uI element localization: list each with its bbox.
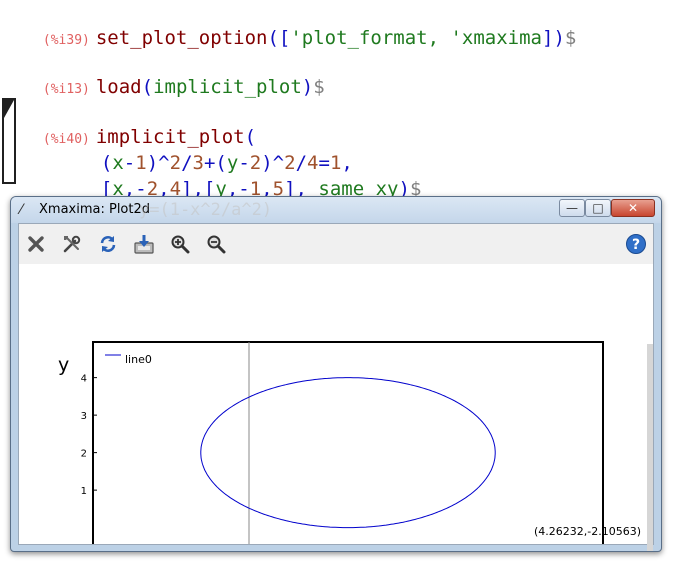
zoom-in-icon — [171, 235, 190, 254]
code-token: implicit_plot — [153, 76, 302, 98]
zoom-out-icon — [207, 235, 226, 254]
feather-icon: ⁄ — [20, 202, 23, 218]
save-icon — [134, 235, 154, 254]
close-icon — [28, 236, 44, 252]
plot-area-border — [92, 341, 604, 544]
y-ticks: 1 2 3 4 — [81, 374, 97, 497]
close-plot-button[interactable] — [25, 233, 47, 255]
help-button[interactable]: ? — [625, 233, 647, 255]
cell-bracket[interactable] — [2, 98, 16, 184]
code-token: 'plot_format, 'xmaxima — [290, 27, 543, 49]
input-prompt: (%i13) — [42, 82, 90, 97]
background-ghost-text: y=(1-x^2/a^2) — [139, 200, 273, 220]
code-text: set_plot_option(['plot_format, 'xmaxima]… — [96, 27, 577, 49]
code-token: ) — [301, 76, 314, 98]
replot-button[interactable] — [97, 233, 119, 255]
code-line-5[interactable]: [x,-2,4],[y,-1,5], same_xy)$ — [78, 153, 422, 201]
code-line-1[interactable]: (%i39) set_plot_option(['plot_format, 'xm… — [20, 2, 576, 53]
minimize-button[interactable]: — — [559, 199, 585, 217]
code-text: load(implicit_plot)$ — [96, 76, 325, 98]
y-tick-label: 4 — [81, 374, 87, 385]
code-token: set_plot_option — [95, 27, 268, 49]
plot-window: ⁄ Xmaxima: Plot2d y=(1-x^2/a^2) — □ ✕ ? … — [10, 196, 662, 552]
series-line0 — [200, 377, 496, 529]
help-icon: ? — [626, 234, 646, 254]
replot-icon — [100, 236, 116, 252]
plot-canvas[interactable]: y 1234 line0 (4.26232,-2.10563) — [19, 264, 653, 551]
y-tick-label: 3 — [81, 411, 87, 422]
code-line-2[interactable]: (%i13) load(implicit_plot)$ — [20, 51, 325, 102]
legend-entry: line0 — [125, 353, 152, 366]
zoom-out-button[interactable] — [205, 233, 227, 255]
y-tick-label: 1 — [81, 486, 87, 497]
code-token: $ — [313, 76, 325, 98]
zoom-in-button[interactable] — [169, 233, 191, 255]
plot-toolbar: ? — [19, 224, 653, 264]
coordinate-readout: (4.26232,-2.10563) — [533, 525, 641, 538]
cell-bracket-marker — [4, 100, 14, 118]
save-plot-button[interactable] — [133, 233, 155, 255]
maximize-button[interactable]: □ — [585, 199, 611, 217]
code-token: ([ — [267, 27, 291, 49]
canvas-scrollbar[interactable] — [647, 344, 653, 551]
config-button[interactable] — [61, 233, 83, 255]
window-title: Xmaxima: Plot2d — [39, 202, 151, 217]
code-token: $ — [564, 27, 577, 49]
plot-svg: 1 2 3 4 line0 — [81, 341, 604, 544]
svg-text:?: ? — [632, 237, 640, 253]
code-token: ( — [141, 76, 154, 98]
window-titlebar[interactable]: ⁄ Xmaxima: Plot2d y=(1-x^2/a^2) — □ ✕ — [11, 197, 661, 223]
close-window-button[interactable]: ✕ — [611, 199, 655, 217]
input-prompt: (%i39) — [42, 33, 90, 48]
y-tick-label: 2 — [81, 449, 87, 460]
config-icon — [63, 235, 81, 253]
code-token: load — [95, 76, 142, 98]
code-token: ]) — [542, 27, 565, 49]
plot-frame: ? y 1234 line0 (4.26232,-2.10563) — [18, 223, 654, 551]
